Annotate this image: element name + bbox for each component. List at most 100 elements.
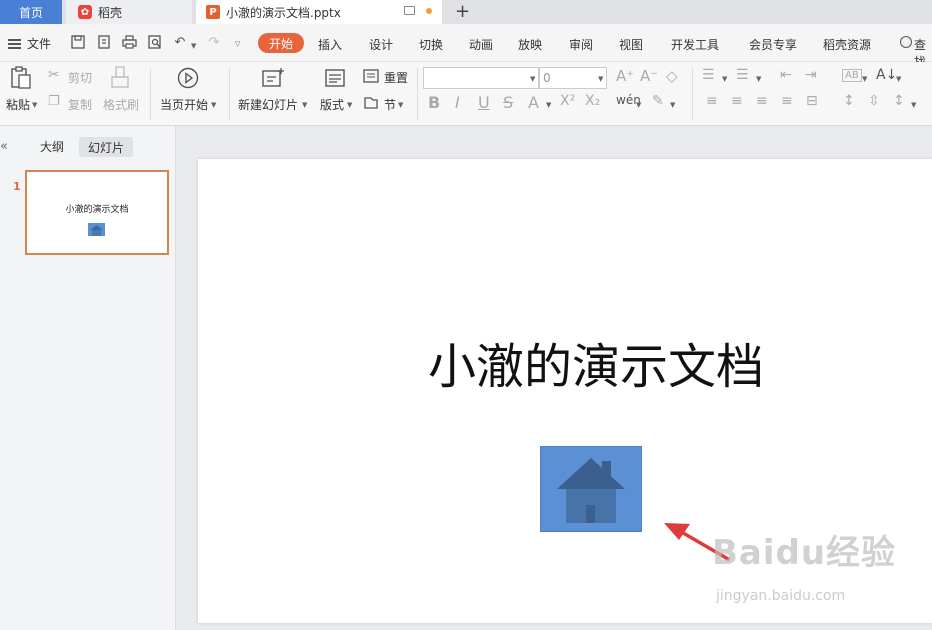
layout-icon[interactable] [324,67,346,93]
layout-dropdown-icon[interactable]: ▼ [347,101,352,109]
tab-home[interactable]: 首页 [0,0,62,24]
reset-icon[interactable] [363,68,379,88]
slide-thumbnail[interactable]: 小澈的演示文档 [25,170,169,255]
menu-docer-resources[interactable]: 稻壳资源 [823,36,871,53]
play-icon[interactable] [177,67,199,93]
bold-icon[interactable]: B [428,93,440,112]
numbered-dropdown-icon[interactable]: ▼ [756,75,761,83]
menu-animation[interactable]: 动画 [469,36,493,53]
menu-design[interactable]: 设计 [369,36,393,53]
quick-access-more-icon[interactable]: ▽ [235,40,240,48]
format-painter-button[interactable]: 格式刷 [103,96,139,113]
paste-dropdown-icon[interactable]: ▼ [32,101,37,109]
superscript-icon[interactable]: X² [560,93,575,109]
scissors-icon: ✂ [48,67,60,83]
save-icon[interactable] [70,34,86,50]
thumbnail-house-image [88,223,105,236]
subscript-icon[interactable]: X₂ [585,93,600,109]
menu-developer[interactable]: 开发工具 [671,36,719,53]
underline-icon[interactable]: U [478,93,490,112]
paste-button[interactable]: 粘贴 [6,96,30,113]
tab-docer[interactable]: ✿ 稻壳 [66,0,192,24]
tab-document[interactable]: P 小澈的演示文档.pptx [196,0,442,24]
tab-document-label: 小澈的演示文档.pptx [226,5,341,20]
undo-icon[interactable]: ↶ [172,34,188,50]
play-from-current-button[interactable]: 当页开始 [160,96,208,113]
play-dropdown-icon[interactable]: ▼ [211,101,216,109]
new-slide-button[interactable]: 新建幻灯片 [238,96,298,113]
distribute-icon[interactable]: ⊟ [806,93,818,109]
line-spacing-icon[interactable]: ↕ [843,93,855,109]
phonetic-dropdown-icon[interactable]: ▼ [636,101,641,109]
bullet-dropdown-icon[interactable]: ▼ [722,75,727,83]
thumbnail-title: 小澈的演示文档 [65,205,129,215]
italic-icon[interactable]: I [455,93,460,112]
highlight-dropdown-icon[interactable]: ▼ [670,101,675,109]
section-dropdown-icon[interactable]: ▼ [398,101,403,109]
print-preview-icon[interactable] [147,34,163,50]
strikethrough-icon[interactable]: S [503,93,513,112]
increase-font-icon[interactable]: A⁺ [616,67,634,85]
decrease-font-icon[interactable]: A⁻ [640,67,658,85]
sort-icon[interactable]: A↓ [876,67,897,83]
font-size-select[interactable]: 0 [539,67,607,89]
baidu-watermark: Baidu经验 [712,533,897,573]
menu-view[interactable]: 视图 [619,36,643,53]
collapse-panel-icon[interactable]: « [0,139,8,154]
spacing-dropdown-icon[interactable]: ▼ [911,101,916,109]
tab-slides[interactable]: 幻灯片 [79,137,133,157]
ribbon-separator [417,68,418,120]
slide-title[interactable]: 小澈的演示文档 [428,327,764,397]
copy-button[interactable]: 复制 [68,96,92,113]
tab-outline[interactable]: 大纲 [40,138,64,155]
spacing-more-icon[interactable]: ↕ [893,93,905,109]
new-slide-icon[interactable] [261,67,285,93]
clear-format-icon[interactable]: ◇ [666,67,678,85]
layout-button[interactable]: 版式 [320,96,344,113]
numbered-list-icon[interactable]: ☰ [736,67,749,83]
bullet-list-icon[interactable]: ☰ [702,67,715,83]
paste-label: 粘贴 [6,98,31,112]
redo-icon[interactable]: ↷ [206,34,222,50]
menu-review[interactable]: 审阅 [569,36,593,53]
menu-start[interactable]: 开始 [258,33,304,53]
reset-button[interactable]: 重置 [384,69,408,86]
font-family-select[interactable] [423,67,539,89]
font-size-value: 0 [543,71,551,85]
search-icon[interactable] [900,36,912,48]
highlight-icon[interactable]: ✎ [652,93,664,109]
file-menu[interactable]: 文件 [8,35,51,52]
undo-dropdown-icon[interactable]: ▼ [191,42,196,50]
justify-icon[interactable]: ≡ [781,93,793,109]
font-size-dropdown-icon[interactable]: ▼ [598,75,603,83]
align-center-icon[interactable]: ≡ [731,93,743,109]
font-family-dropdown-icon[interactable]: ▼ [530,75,535,83]
decrease-indent-icon[interactable]: ⇤ [780,67,792,83]
paragraph-spacing-icon[interactable]: ⇳ [868,93,880,109]
export-pdf-icon[interactable] [96,34,112,50]
ribbon-toolbar: 粘贴 ▼ ✂ 剪切 ❐ 复制 格式刷 当页开始 ▼ 新建幻灯片 ▼ 版式 ▼ 重… [0,62,932,126]
sort-dropdown-icon[interactable]: ▼ [896,75,901,83]
print-icon[interactable] [121,34,137,50]
menu-insert[interactable]: 插入 [318,36,342,53]
increase-indent-icon[interactable]: ⇥ [805,67,817,83]
add-tab-button[interactable]: + [455,1,470,22]
font-color-icon[interactable]: A [528,93,539,112]
align-left-icon[interactable]: ≡ [706,93,718,109]
paste-icon[interactable] [10,66,32,94]
file-menu-label: 文件 [27,37,52,51]
section-icon[interactable] [363,95,379,115]
new-slide-dropdown-icon[interactable]: ▼ [302,101,307,109]
menu-member[interactable]: 会员专享 [749,36,797,53]
text-direction-dropdown-icon[interactable]: ▼ [862,75,867,83]
menu-slideshow[interactable]: 放映 [518,36,542,53]
menu-transition[interactable]: 切换 [419,36,443,53]
font-color-dropdown-icon[interactable]: ▼ [546,101,551,109]
cut-button[interactable]: 剪切 [68,69,92,86]
ribbon-separator [150,68,151,120]
monitor-icon[interactable] [404,6,415,15]
align-right-icon[interactable]: ≡ [756,93,768,109]
section-button[interactable]: 节 [384,96,396,113]
house-picture[interactable] [540,446,642,532]
text-direction-icon[interactable]: AB [842,69,862,82]
